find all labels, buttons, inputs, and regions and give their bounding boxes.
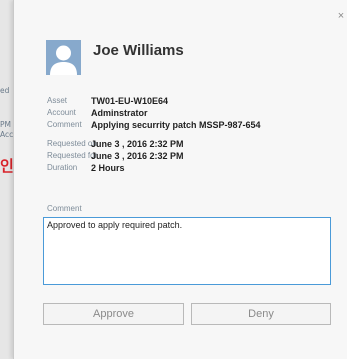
detail-value: Adminstrator: [91, 108, 148, 118]
detail-value: Applying securrity patch MSSP-987-654: [91, 120, 261, 130]
detail-value: TW01-EU-W10E64: [91, 96, 169, 106]
detail-row-asset: Asset TW01-EU-W10E64: [47, 95, 261, 107]
detail-value: June 3 , 2016 2:32 PM: [91, 151, 184, 161]
detail-label: Asset: [47, 96, 68, 105]
detail-row-comment: Comment Applying securrity patch MSSP-98…: [47, 119, 261, 131]
deny-button[interactable]: Deny: [191, 303, 331, 325]
approval-panel: × Joe Williams Asset TW01-EU-W10E64 Acco…: [13, 0, 347, 359]
detail-label: Account: [47, 108, 76, 117]
comment-input[interactable]: Approved to apply required patch.: [43, 217, 331, 285]
detail-label: Requested on: [47, 139, 97, 148]
background-text-fragment: Acc: [0, 130, 14, 139]
detail-row-requested-for: Requested for June 3 , 2016 2:32 PM: [47, 150, 261, 162]
detail-row-account: Account Adminstrator: [47, 107, 261, 119]
detail-row-duration: Duration 2 Hours: [47, 162, 261, 174]
detail-value: June 3 , 2016 2:32 PM: [91, 139, 184, 149]
approve-button[interactable]: Approve: [43, 303, 184, 325]
detail-value: 2 Hours: [91, 163, 125, 173]
person-silhouette-icon: [46, 40, 81, 75]
detail-label: Duration: [47, 163, 78, 172]
detail-row-requested-on: Requested on June 3 , 2016 2:32 PM: [47, 138, 261, 150]
comment-field-label: Comment: [47, 204, 82, 213]
detail-label: Comment: [47, 120, 82, 129]
request-details: Asset TW01-EU-W10E64 Account Adminstrato…: [47, 95, 261, 174]
detail-label: Requested for: [47, 151, 98, 160]
user-name: Joe Williams: [93, 42, 184, 59]
background-text-fragment: ed: [0, 86, 10, 95]
background-text-fragment: PM: [0, 120, 11, 129]
close-icon[interactable]: ×: [335, 10, 347, 22]
background-korean-text: 인: [0, 157, 14, 175]
